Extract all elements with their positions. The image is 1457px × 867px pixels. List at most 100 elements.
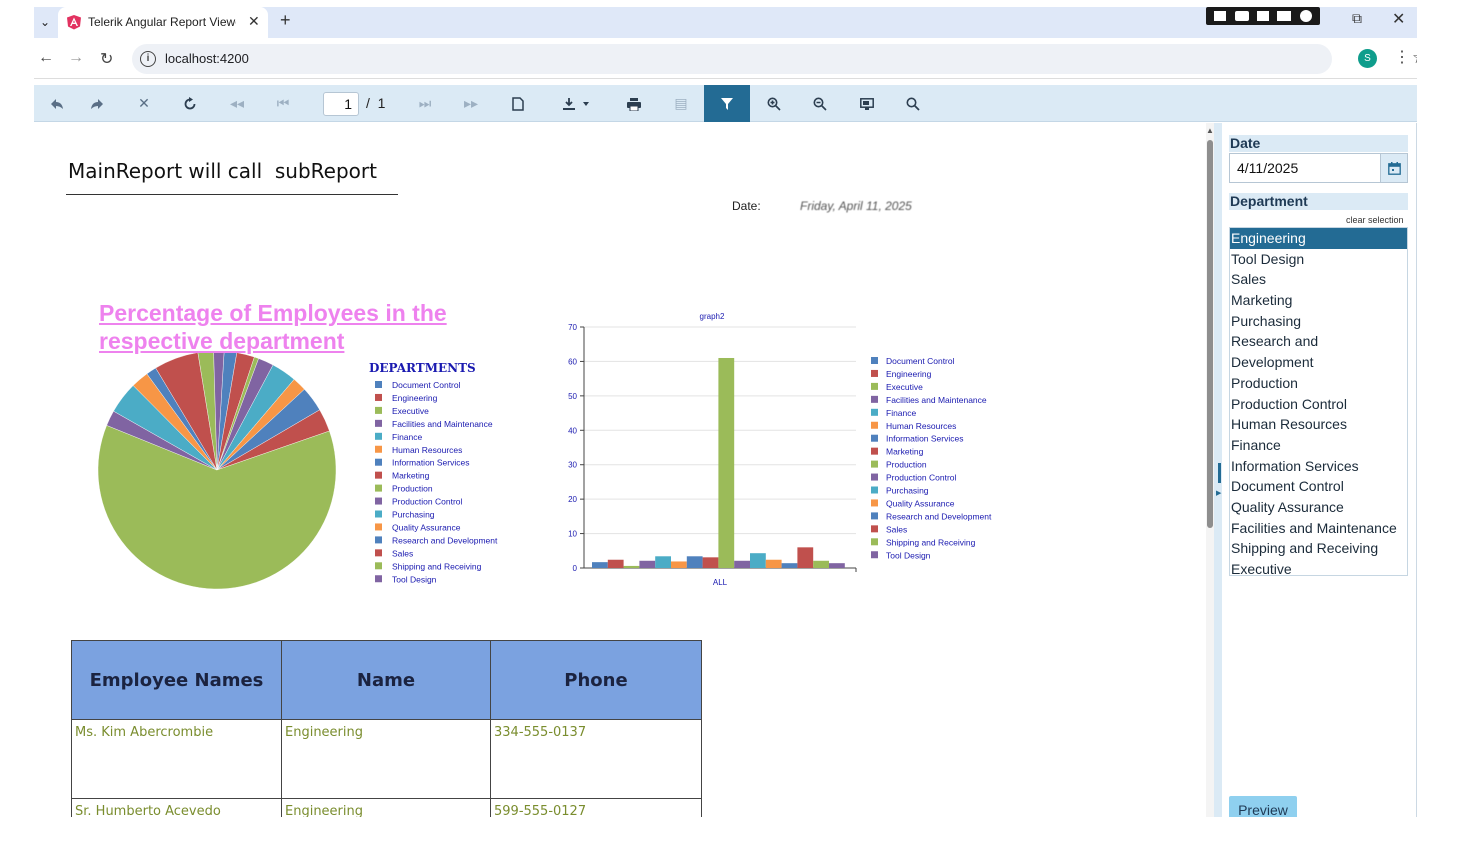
print-preview-icon[interactable] bbox=[495, 85, 541, 122]
pie-legend-label: Facilities and Maintenance bbox=[392, 419, 493, 429]
back-icon[interactable]: ← bbox=[38, 49, 54, 67]
list-item[interactable]: Production Control bbox=[1230, 394, 1407, 415]
print-icon[interactable] bbox=[611, 85, 657, 122]
date-param-field[interactable] bbox=[1229, 153, 1408, 183]
tab-search-icon[interactable]: ⌄ bbox=[34, 10, 56, 34]
report-page: MainReport will call subReport Date: Fri… bbox=[34, 123, 1206, 817]
stop-icon[interactable]: ✕ bbox=[121, 85, 167, 122]
bar-legend-label: Information Services bbox=[886, 434, 963, 444]
list-item[interactable]: Sales bbox=[1230, 269, 1407, 290]
document-map-icon[interactable]: ▤ bbox=[658, 85, 704, 122]
title-underline bbox=[66, 194, 398, 195]
list-item[interactable]: Human Resources bbox=[1230, 414, 1407, 435]
bar bbox=[718, 357, 735, 568]
bar-legend-swatch bbox=[871, 408, 878, 416]
screen-capture-toolbar[interactable] bbox=[1206, 7, 1320, 25]
department-cell: Engineering bbox=[281, 798, 491, 817]
next-page-icon[interactable]: ⏭ bbox=[402, 85, 448, 122]
first-page-icon[interactable]: ◂◂ bbox=[214, 85, 260, 122]
bar-legend-label: Quality Assurance bbox=[886, 498, 955, 508]
window-icon[interactable] bbox=[1277, 11, 1292, 21]
bar-legend-swatch bbox=[871, 421, 878, 429]
pie-legend-swatch bbox=[375, 458, 382, 466]
y-tick-label: 40 bbox=[568, 426, 577, 435]
zoom-out-icon[interactable] bbox=[797, 85, 843, 122]
previous-page-icon[interactable]: ⏮ bbox=[260, 85, 306, 122]
list-item[interactable]: Shipping and Receiving bbox=[1230, 538, 1407, 559]
panel-splitter[interactable]: ▶ bbox=[1214, 123, 1222, 817]
preview-button[interactable]: Preview bbox=[1229, 796, 1297, 817]
settings-icon[interactable] bbox=[1299, 10, 1312, 22]
bar bbox=[734, 560, 750, 568]
bar-legend-label: Tool Design bbox=[886, 550, 931, 560]
parameters-icon[interactable] bbox=[704, 85, 750, 122]
calendar-icon[interactable] bbox=[1380, 154, 1407, 182]
table-header-row: Employee Names Name Phone bbox=[71, 640, 702, 720]
department-listbox[interactable]: Engineering Tool Design Sales Marketing … bbox=[1229, 227, 1408, 577]
pie-legend-swatch bbox=[375, 484, 382, 492]
date-param-input[interactable] bbox=[1230, 154, 1382, 182]
site-info-icon[interactable]: i bbox=[140, 51, 156, 67]
tab-close-icon[interactable]: ✕ bbox=[248, 13, 260, 30]
x-axis-label: ALL bbox=[713, 578, 728, 587]
refresh-icon[interactable] bbox=[167, 85, 213, 122]
bar-legend-swatch bbox=[871, 473, 878, 481]
omnibox[interactable]: i localhost:4200 ☆ bbox=[132, 44, 1417, 74]
pie-legend-label: Marketing bbox=[392, 471, 430, 481]
export-icon[interactable] bbox=[546, 85, 606, 122]
pie-legend-swatch bbox=[375, 536, 382, 544]
scroll-up-icon[interactable]: ▲ bbox=[1206, 126, 1214, 135]
pie-legend-label: Engineering bbox=[392, 393, 438, 403]
list-item[interactable]: Purchasing bbox=[1230, 311, 1407, 332]
toggle-zoom-icon[interactable] bbox=[844, 85, 890, 122]
bookmark-star-icon[interactable]: ☆ bbox=[1412, 48, 1417, 68]
forward-icon[interactable]: → bbox=[68, 49, 84, 67]
restore-window-icon[interactable]: ⧉ bbox=[1352, 10, 1362, 27]
list-item[interactable]: Tool Design bbox=[1230, 249, 1407, 270]
column-header: Name bbox=[281, 640, 491, 720]
bar-legend-label: Human Resources bbox=[886, 421, 956, 431]
browser-menu-icon[interactable]: ⋮ bbox=[1394, 47, 1410, 67]
list-item[interactable]: Production bbox=[1230, 373, 1407, 394]
profile-avatar[interactable]: S bbox=[1358, 49, 1377, 68]
last-page-icon[interactable]: ▸▸ bbox=[448, 85, 494, 122]
collapse-arrow-icon[interactable]: ▶ bbox=[1216, 489, 1221, 497]
forward-icon[interactable] bbox=[74, 85, 120, 122]
list-item[interactable]: Finance bbox=[1230, 435, 1407, 456]
phone-cell: 599-555-0127 bbox=[490, 798, 702, 817]
list-item[interactable]: Research and Development bbox=[1230, 331, 1340, 372]
employee-name-cell: Ms. Kim Abercrombie bbox=[71, 719, 282, 799]
list-item[interactable]: Quality Assurance bbox=[1230, 497, 1407, 518]
url-text[interactable]: localhost:4200 bbox=[165, 51, 249, 66]
clear-selection-link[interactable]: clear selection bbox=[1346, 215, 1404, 225]
list-item[interactable]: Facilities and Maintenance bbox=[1230, 518, 1407, 539]
pie-chart: DEPARTMENTS Document Control Engineering Ex… bbox=[97, 353, 498, 590]
list-item[interactable]: Marketing bbox=[1230, 290, 1407, 311]
pie-legend-swatch bbox=[375, 445, 382, 453]
list-item[interactable]: Executive bbox=[1230, 559, 1407, 580]
camera-icon[interactable] bbox=[1234, 11, 1249, 21]
scrollbar-thumb[interactable] bbox=[1207, 140, 1213, 528]
splitter-grip[interactable] bbox=[1218, 463, 1221, 483]
close-window-icon[interactable]: ✕ bbox=[1392, 9, 1405, 29]
bar-legend-label: Marketing bbox=[886, 447, 924, 457]
bar bbox=[702, 557, 719, 568]
pie-legend-label: Sales bbox=[392, 548, 413, 558]
new-tab-icon[interactable]: + bbox=[280, 10, 291, 31]
bar-legend-swatch bbox=[871, 512, 878, 520]
search-icon[interactable] bbox=[890, 85, 936, 122]
video-icon[interactable] bbox=[1256, 11, 1269, 21]
page-number-input[interactable]: 1 bbox=[323, 92, 359, 116]
browser-window: ⌄ Telerik Angular Report Viewer D ✕ + ⧉ … bbox=[34, 7, 1417, 817]
report-scrollbar[interactable]: ▲ bbox=[1206, 123, 1214, 817]
tab-strip: ⌄ Telerik Angular Report Viewer D ✕ + ⧉ … bbox=[34, 7, 1417, 38]
zoom-in-icon[interactable] bbox=[751, 85, 797, 122]
reload-icon[interactable]: ↻ bbox=[100, 49, 113, 69]
list-item[interactable]: Document Control bbox=[1230, 476, 1407, 497]
bar-legend-label: Production bbox=[886, 460, 927, 470]
list-item[interactable]: Engineering bbox=[1230, 228, 1407, 249]
capture-icon[interactable] bbox=[1214, 11, 1227, 21]
list-item[interactable]: Information Services bbox=[1230, 456, 1407, 477]
pie-legend-label: Production bbox=[392, 484, 433, 494]
browser-tab[interactable]: Telerik Angular Report Viewer D ✕ bbox=[58, 7, 268, 38]
